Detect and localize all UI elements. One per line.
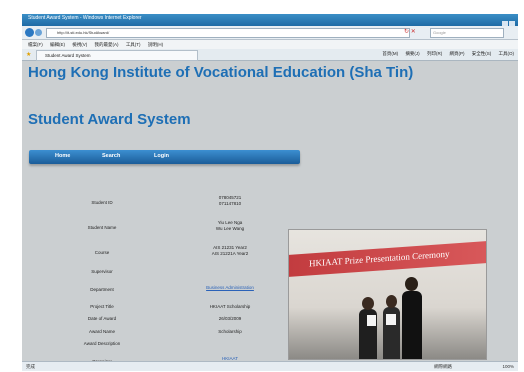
certificate-left [367,315,376,326]
home-tool[interactable]: 首頁(M) [382,51,398,56]
menu-file[interactable]: 檔案(F) [28,42,43,47]
window-title: Student Award System - Windows Internet … [28,15,142,21]
status-zone: 網際網路 [434,364,452,369]
nav-search[interactable]: Search [102,153,120,159]
value-date-of-award: 26/03/2009 [218,316,242,321]
label-supervisor: Supervisor [91,269,113,274]
favorites-star-icon[interactable]: ★ [26,51,31,58]
menu-edit[interactable]: 編輯(E) [50,42,65,47]
person-right [402,291,422,359]
person-right-head [405,277,418,291]
certificate-middle [386,314,396,325]
award-ceremony-photo: HKIAAT Prize Presentation Ceremony [288,229,487,360]
url-input[interactable]: http://it-sti.edu.hk/StudAward/ [46,28,410,38]
page-subtitle: Student Award System [28,111,191,128]
person-left-head [362,297,374,310]
person-middle-head [386,295,397,308]
print-tool[interactable]: 列印(R) [427,51,442,56]
tab-bar: ★ Student Award System 首頁(M) 摘要(J) 列印(R)… [22,49,518,61]
value-project-title: HKIAAT Scholarship [209,304,251,309]
refresh-stop-icons[interactable]: ↻ ✕ [404,28,416,35]
address-bar: http://it-sti.edu.hk/StudAward/ ↻ ✕ Goog… [22,26,518,40]
value-award-name: Scholarship [218,329,242,334]
feeds-tool[interactable]: 摘要(J) [405,51,419,56]
menu-view[interactable]: 檢視(V) [72,42,87,47]
page-tool[interactable]: 網頁(P) [449,51,464,56]
page-content: Hong Kong Institute of Vocational Educat… [22,61,518,364]
value-department-link[interactable]: Business Administration [150,285,310,291]
window-controls[interactable] [501,16,515,29]
forward-button[interactable] [35,29,42,36]
tab-student-award[interactable]: Student Award System [36,50,198,61]
value-course: AIS 21231 Year2 AIS 21221A Year2 [211,245,249,256]
command-bar: 首頁(M) 摘要(J) 列印(R) 網頁(P) 安全性(S) 工具(O) [376,51,514,57]
menu-favorites[interactable]: 我的最愛(A) [95,42,119,47]
ceremony-banner: HKIAAT Prize Presentation Ceremony [289,241,486,277]
title-bar: Student Award System - Windows Internet … [22,14,518,29]
menu-bar: 檔案(F) 編輯(E) 檢視(V) 我的最愛(A) 工具(T) 說明(H) [22,40,518,49]
menu-tools[interactable]: 工具(T) [126,42,141,47]
menu-help[interactable]: 說明(H) [148,42,163,47]
safety-tool[interactable]: 安全性(S) [472,51,492,56]
status-bar: 完成 網際網路 100% [22,361,518,371]
nav-home[interactable]: Home [55,153,70,159]
main-nav: Home Search Login [29,150,300,164]
search-input[interactable]: Google [430,28,504,38]
status-text: 完成 [26,364,35,369]
banner-text: HKIAAT Prize Presentation Ceremony [309,248,450,269]
nav-login[interactable]: Login [154,153,169,159]
label-award-description: Award Description [83,341,121,346]
value-student-id: 078045721 071147810 [218,195,242,206]
page-title: Hong Kong Institute of Vocational Educat… [28,64,414,81]
tools-tool[interactable]: 工具(O) [499,51,515,56]
value-student-name: Yiu Lee Nga Wu Lee Wang [215,220,245,231]
back-button[interactable] [25,28,34,37]
browser-window: Student Award System - Windows Internet … [22,14,518,371]
zoom-level[interactable]: 100% [502,362,514,371]
